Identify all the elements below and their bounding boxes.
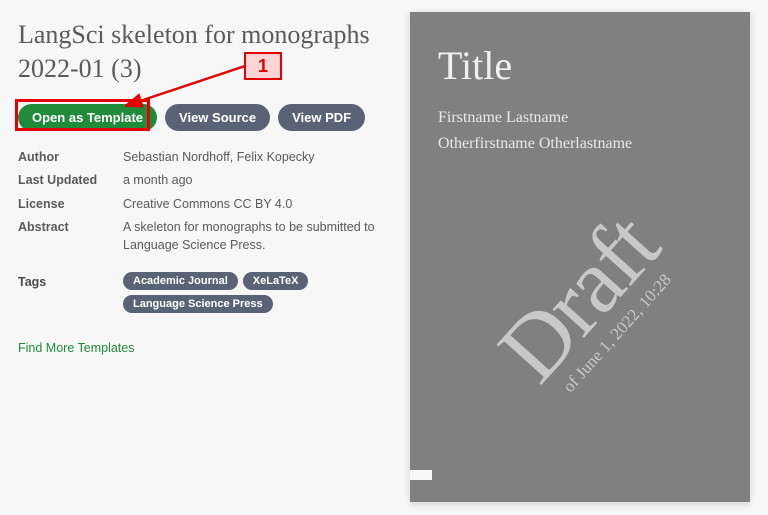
tag-item[interactable]: XeLaTeX (243, 272, 309, 290)
license-value: Creative Commons CC BY 4.0 (123, 196, 388, 214)
author-value: Sebastian Nordhoff, Felix Kopecky (123, 149, 388, 167)
tag-item[interactable]: Language Science Press (123, 295, 273, 313)
metadata-block: Author Sebastian Nordhoff, Felix Kopecky… (18, 149, 388, 255)
abstract-label: Abstract (18, 219, 123, 254)
page-corner-mark (410, 470, 432, 480)
draft-watermark: Draft of June 1, 2022, 10:28 (487, 203, 686, 408)
abstract-value: A skeleton for monographs to be submitte… (123, 219, 388, 254)
license-label: License (18, 196, 123, 214)
view-source-button[interactable]: View Source (165, 104, 270, 131)
view-pdf-button[interactable]: View PDF (278, 104, 365, 131)
open-as-template-button[interactable]: Open as Template (18, 104, 157, 131)
preview-title: Title (410, 12, 750, 105)
find-more-link[interactable]: Find More Templates (18, 341, 135, 355)
preview-author-2: Otherfirstname Otherlastname (410, 131, 750, 157)
tag-item[interactable]: Academic Journal (123, 272, 238, 290)
updated-label: Last Updated (18, 172, 123, 190)
tags-label: Tags (18, 272, 123, 289)
author-label: Author (18, 149, 123, 167)
document-preview: Title Firstname Lastname Otherfirstname … (410, 12, 750, 502)
updated-value: a month ago (123, 172, 388, 190)
page-title: LangSci skeleton for monographs 2022-01 … (18, 18, 388, 86)
preview-author-1: Firstname Lastname (410, 105, 750, 131)
tags-list: Academic Journal XeLaTeX Language Scienc… (123, 272, 388, 313)
